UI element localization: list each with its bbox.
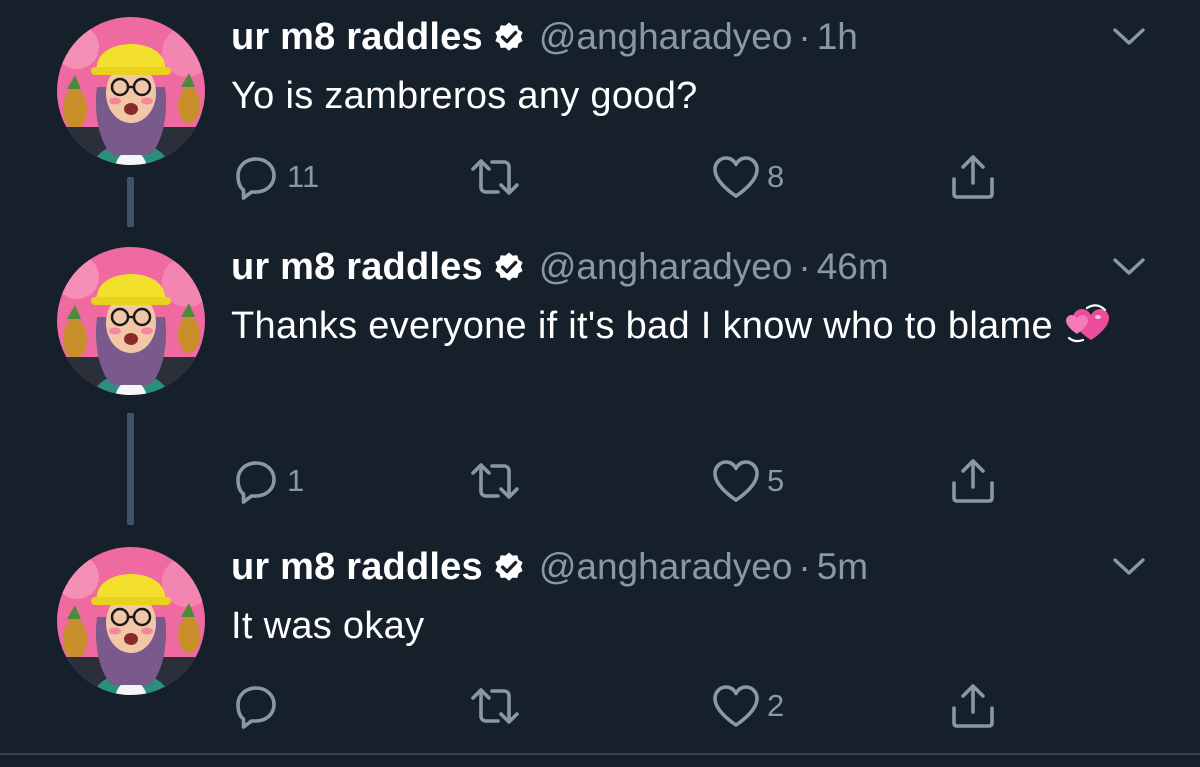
reply-icon: [231, 152, 281, 202]
avatar[interactable]: [57, 17, 205, 165]
tweet-header: ur m8 raddles @angharadyeo · 46m: [231, 244, 889, 290]
thread-line: [127, 413, 134, 525]
tweet-text: It was okay: [231, 594, 1111, 658]
retweet-icon: [467, 684, 523, 728]
reply-button[interactable]: 1: [231, 456, 304, 506]
chevron-down-icon[interactable]: [1112, 26, 1146, 48]
verified-badge-icon: [493, 21, 525, 53]
reply-count: 1: [287, 463, 305, 498]
display-name[interactable]: ur m8 raddles: [231, 546, 483, 589]
user-handle[interactable]: @angharadyeo: [539, 546, 793, 588]
verified-badge-icon: [493, 251, 525, 283]
reply-icon: [231, 681, 281, 731]
like-count: 5: [767, 463, 785, 498]
user-handle[interactable]: @angharadyeo: [539, 16, 793, 58]
verified-badge-icon: [493, 551, 525, 583]
share-icon: [948, 456, 998, 506]
tweet-actions: 11 8: [231, 152, 1111, 202]
chevron-down-icon[interactable]: [1112, 556, 1146, 578]
reply-button[interactable]: 11: [231, 152, 319, 202]
tweet-text-content: Yo is zambreros any good?: [231, 75, 698, 117]
tweet-actions: 1 5: [231, 456, 1111, 506]
share-button[interactable]: [948, 456, 998, 506]
chevron-down-icon[interactable]: [1112, 256, 1146, 278]
separator-dot: ·: [798, 16, 811, 57]
like-button[interactable]: 2: [711, 681, 784, 731]
tweet-header: ur m8 raddles @angharadyeo · 1h: [231, 14, 858, 60]
avatar[interactable]: [57, 547, 205, 695]
revolving-hearts-emoji: [1065, 304, 1109, 344]
timestamp[interactable]: 5m: [817, 546, 868, 588]
share-icon: [948, 681, 998, 731]
share-button[interactable]: [948, 152, 998, 202]
tweet-text: Thanks everyone if it's bad I know who t…: [231, 294, 1111, 358]
heart-icon: [711, 683, 761, 729]
tweet-text-content: Thanks everyone if it's bad I know who t…: [231, 305, 1053, 347]
tweet-1[interactable]: ur m8 raddles @angharadyeo · 1h Yo is za…: [0, 0, 1200, 230]
share-icon: [948, 152, 998, 202]
retweet-icon: [467, 459, 523, 503]
reply-count: 11: [287, 159, 320, 194]
avatar-image: [57, 17, 205, 165]
separator-dot: ·: [798, 546, 811, 587]
avatar-image: [57, 247, 205, 395]
avatar[interactable]: [57, 247, 205, 395]
thread-line: [127, 177, 134, 227]
like-button[interactable]: 8: [711, 152, 784, 202]
like-count: 8: [767, 159, 785, 194]
bottom-divider: [0, 753, 1200, 755]
heart-icon: [711, 154, 761, 200]
timestamp[interactable]: 1h: [817, 16, 858, 58]
display-name[interactable]: ur m8 raddles: [231, 16, 483, 59]
tweet-text-content: It was okay: [231, 605, 425, 647]
tweet-actions: 2: [231, 681, 1111, 731]
reply-button[interactable]: [231, 681, 287, 731]
share-button[interactable]: [948, 681, 998, 731]
display-name[interactable]: ur m8 raddles: [231, 246, 483, 289]
reply-icon: [231, 456, 281, 506]
retweet-button[interactable]: [467, 456, 529, 506]
like-count: 2: [767, 688, 785, 723]
tweet-3[interactable]: ur m8 raddles @angharadyeo · 5m It was o…: [0, 530, 1200, 753]
avatar-image: [57, 547, 205, 695]
heart-icon: [711, 458, 761, 504]
separator-dot: ·: [798, 246, 811, 287]
timestamp[interactable]: 46m: [817, 246, 889, 288]
retweet-button[interactable]: [467, 681, 529, 731]
retweet-icon: [467, 155, 523, 199]
tweet-header: ur m8 raddles @angharadyeo · 5m: [231, 544, 868, 590]
user-handle[interactable]: @angharadyeo: [539, 246, 793, 288]
tweet-2[interactable]: ur m8 raddles @angharadyeo · 46m Thanks …: [0, 230, 1200, 530]
retweet-button[interactable]: [467, 152, 529, 202]
tweet-text: Yo is zambreros any good?: [231, 64, 1111, 128]
like-button[interactable]: 5: [711, 456, 784, 506]
tweet-thread: ur m8 raddles @angharadyeo · 1h Yo is za…: [0, 0, 1200, 767]
